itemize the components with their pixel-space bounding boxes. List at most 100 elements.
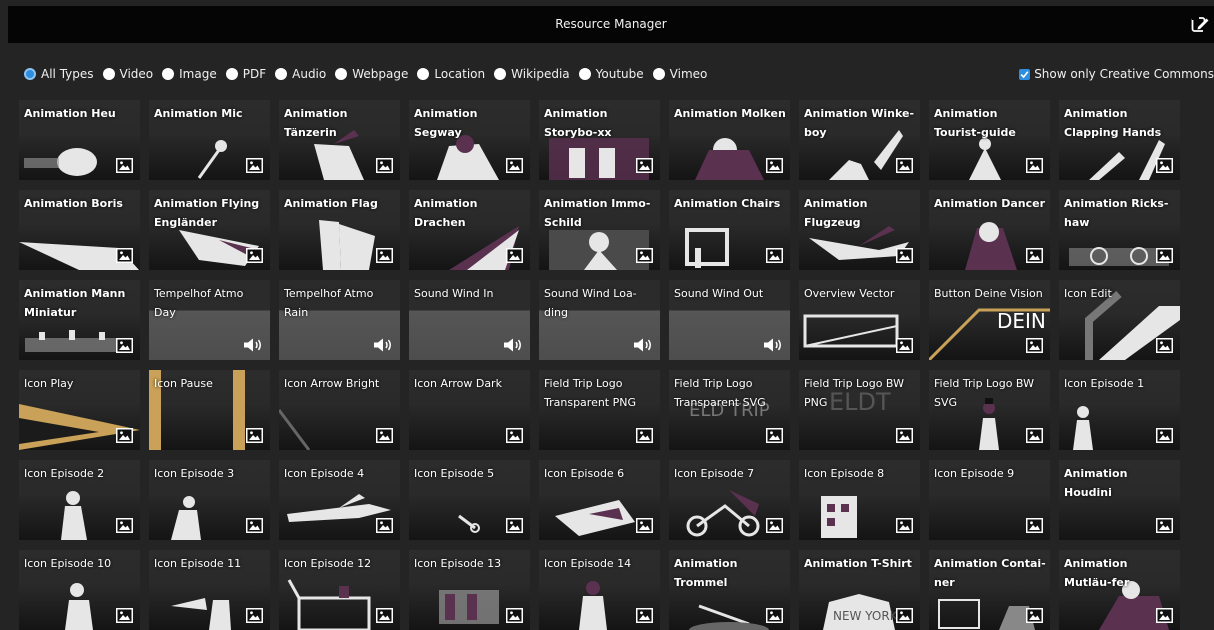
resource-tile[interactable]: Icon Episode 8 <box>799 460 920 540</box>
creative-commons-toggle[interactable]: Show only Creative Commons <box>1019 64 1214 84</box>
resource-title: Icon Episode 2 <box>24 467 105 480</box>
filter-radio[interactable] <box>652 68 665 80</box>
resource-tile[interactable]: Animation Chairs <box>669 190 790 270</box>
filter-audio[interactable]: Audio <box>275 67 326 81</box>
resource-title: Animation Mann Miniatur <box>24 287 126 319</box>
resource-tile[interactable]: Sound Wind Out <box>669 280 790 360</box>
resource-tile[interactable]: Animation Tourist-guide <box>929 100 1050 180</box>
resource-tile[interactable]: Icon Episode 11 <box>149 550 270 630</box>
resource-tile[interactable]: ELD TRIP Field Trip Logo Transparent SVG <box>669 370 790 450</box>
filter-radio[interactable] <box>24 68 36 80</box>
resource-tile[interactable]: Animation Drachen <box>409 190 530 270</box>
filter-webpage[interactable]: Webpage <box>335 67 408 81</box>
image-type-icon <box>376 608 393 623</box>
resource-tile[interactable]: Icon Episode 5 <box>409 460 530 540</box>
resource-tile[interactable]: Field Trip Logo BW SVG <box>929 370 1050 450</box>
resource-tile[interactable]: Animation Boris <box>19 190 140 270</box>
resource-tile[interactable]: Sound Wind Loa-ding <box>539 280 660 360</box>
resource-tile[interactable]: Tempelhof Atmo Rain <box>279 280 400 360</box>
resource-tile[interactable]: Icon Episode 4 <box>279 460 400 540</box>
resource-title: Button Deine Vision <box>934 287 1043 300</box>
resource-tile[interactable]: Animation Dancer <box>929 190 1050 270</box>
resource-tile[interactable]: Animation Flugzeug <box>799 190 920 270</box>
resource-tile[interactable]: Animation Storybo-xx <box>539 100 660 180</box>
checkmark-icon <box>1020 70 1029 78</box>
resource-title: Icon Episode 3 <box>154 467 235 480</box>
filter-radio[interactable] <box>102 68 115 80</box>
filter-vimeo[interactable]: Vimeo <box>652 67 707 81</box>
resource-tile[interactable]: Icon Episode 12 <box>279 550 400 630</box>
resource-tile[interactable]: Icon Episode 7 <box>669 460 790 540</box>
edit-icon[interactable] <box>1190 14 1210 34</box>
resource-tile[interactable]: Icon Episode 9 <box>929 460 1050 540</box>
resource-tile[interactable]: Icon Episode 3 <box>149 460 270 540</box>
resource-tile[interactable]: Tempelhof Atmo Day <box>149 280 270 360</box>
filter-youtube[interactable]: Youtube <box>578 67 644 81</box>
resource-tile[interactable]: Icon Episode 2 <box>19 460 140 540</box>
resource-tile[interactable]: Animation Trommel <box>669 550 790 630</box>
resource-tile[interactable]: Overview Vector <box>799 280 920 360</box>
filter-radio[interactable] <box>335 68 348 80</box>
audio-type-icon <box>374 338 391 352</box>
resource-tile[interactable]: Field Trip Logo Transparent PNG <box>539 370 660 450</box>
resource-title: Animation Tourist-guide <box>934 107 1016 139</box>
filter-wikipedia[interactable]: Wikipedia <box>494 67 570 81</box>
resource-tile[interactable]: Animation Winke-boy <box>799 100 920 180</box>
resource-tile[interactable]: Icon Episode 13 <box>409 550 530 630</box>
resource-title: Animation Dancer <box>934 197 1046 210</box>
resource-tile[interactable]: Animation Mann Miniatur <box>19 280 140 360</box>
resource-tile[interactable]: Icon Pause <box>149 370 270 450</box>
resource-title: Icon Episode 9 <box>934 467 1015 480</box>
resource-tile[interactable]: Animation Mic <box>149 100 270 180</box>
resource-tile[interactable]: Icon Edit <box>1059 280 1180 360</box>
resource-tile[interactable]: Animation Segway <box>409 100 530 180</box>
resource-tile[interactable]: Icon Episode 1 <box>1059 370 1180 450</box>
filter-radio[interactable] <box>225 68 238 80</box>
filter-video[interactable]: Video <box>102 67 153 81</box>
resource-title: Sound Wind Loa-ding <box>544 287 637 319</box>
resource-tile[interactable]: Animation Tänzerin <box>279 100 400 180</box>
resource-tile[interactable]: Animation Ricks-haw <box>1059 190 1180 270</box>
resource-tile[interactable]: NEW YORK Animation T-Shirt <box>799 550 920 630</box>
image-type-icon <box>246 518 263 533</box>
resource-tile[interactable]: Animation Clapping Hands <box>1059 100 1180 180</box>
audio-type-icon <box>244 338 261 352</box>
resource-title: Icon Episode 8 <box>804 467 885 480</box>
creative-commons-checkbox[interactable] <box>1019 68 1031 80</box>
resource-tile[interactable]: Animation Contai-ner <box>929 550 1050 630</box>
resource-tile[interactable]: Animation Immo-Schild <box>539 190 660 270</box>
filter-label: Wikipedia <box>511 67 570 81</box>
filter-all-types[interactable]: All Types <box>24 67 94 81</box>
filter-radio[interactable] <box>494 68 507 80</box>
resource-tile[interactable]: Animation Heu <box>19 100 140 180</box>
resource-tile[interactable]: Icon Episode 10 <box>19 550 140 630</box>
resource-tile[interactable]: Icon Episode 14 <box>539 550 660 630</box>
resource-tile[interactable]: Icon Play <box>19 370 140 450</box>
resource-title: Icon Arrow Dark <box>414 377 502 390</box>
filter-location[interactable]: Location <box>417 67 485 81</box>
filter-radio[interactable] <box>162 68 175 80</box>
resource-tile[interactable]: DEIN Button Deine Vision <box>929 280 1050 360</box>
resource-tile[interactable]: Animation Houdini <box>1059 460 1180 540</box>
filter-radio[interactable] <box>275 68 288 80</box>
resource-title: Icon Episode 14 <box>544 557 632 570</box>
resource-title: Animation Drachen <box>414 197 478 229</box>
image-type-icon <box>1156 158 1173 173</box>
resource-tile[interactable]: Sound Wind In <box>409 280 530 360</box>
filter-image[interactable]: Image <box>162 67 217 81</box>
window-title: Resource Manager <box>555 17 667 31</box>
resource-tile[interactable]: Icon Arrow Dark <box>409 370 530 450</box>
resource-tile[interactable]: Animation Mutläu-fer <box>1059 550 1180 630</box>
resource-tile[interactable]: Icon Episode 6 <box>539 460 660 540</box>
resource-tile[interactable]: ELDT Field Trip Logo BW PNG <box>799 370 920 450</box>
title-bar: Resource Manager <box>8 6 1214 43</box>
resource-tile[interactable]: Animation Flying Engländer <box>149 190 270 270</box>
filter-radio[interactable] <box>578 68 591 80</box>
resource-tile[interactable]: Animation Flag <box>279 190 400 270</box>
filter-pdf[interactable]: PDF <box>225 67 266 81</box>
filter-radio[interactable] <box>417 68 430 80</box>
image-type-icon <box>896 428 913 443</box>
resource-tile[interactable]: Icon Arrow Bright <box>279 370 400 450</box>
resource-title: Animation Heu <box>24 107 116 120</box>
resource-tile[interactable]: Animation Molken <box>669 100 790 180</box>
